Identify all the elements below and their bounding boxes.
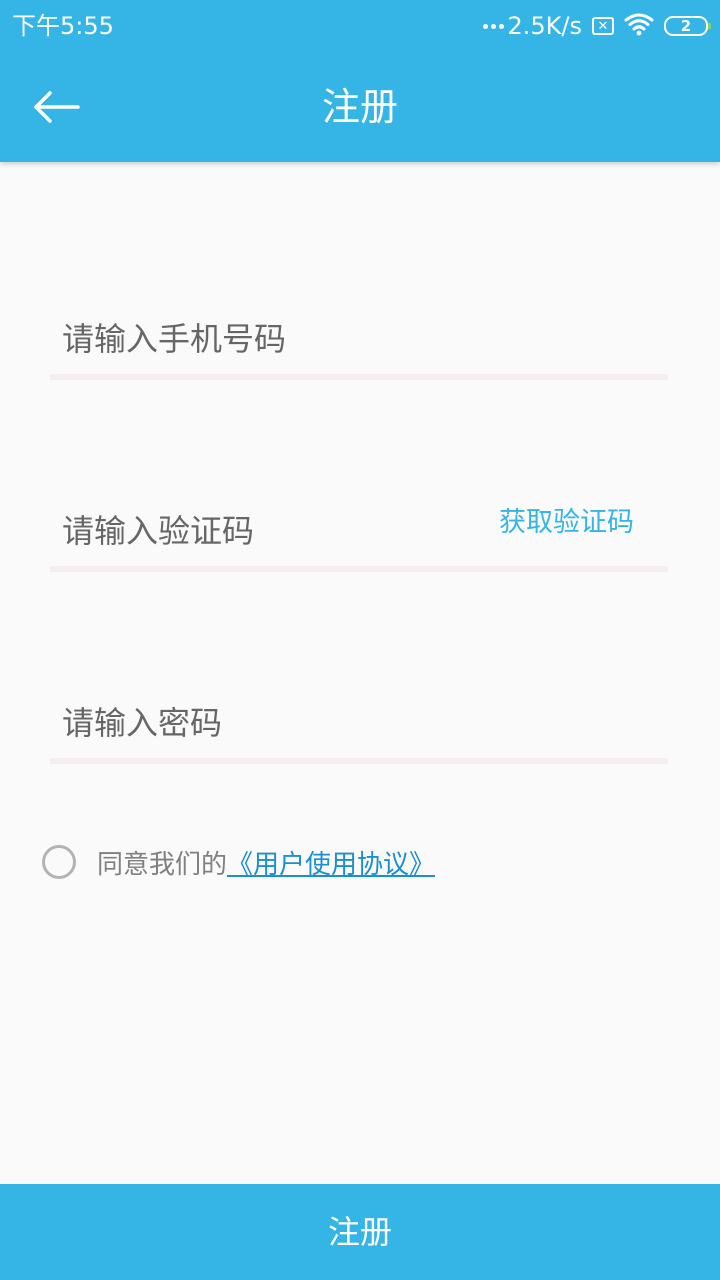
agree-radio[interactable] — [42, 845, 76, 879]
phone-input[interactable] — [50, 302, 514, 376]
sim-x-icon: ✕ — [592, 17, 614, 35]
verification-code-input[interactable] — [50, 494, 514, 568]
password-field — [50, 686, 668, 766]
battery-icon: 2 — [664, 16, 711, 36]
phone-field — [50, 302, 668, 382]
agreement-prefix: 同意我们的 — [97, 849, 228, 880]
status-time: 下午5:55 — [12, 12, 114, 40]
agreement-row: 同意我们的 《用户使用协议》 — [42, 842, 435, 882]
toolbar: 注册 — [0, 52, 720, 162]
status-bar: 下午5:55 2.5K/s ✕ 2 — [0, 0, 720, 52]
app-header: 下午5:55 2.5K/s ✕ 2 注册 — [0, 0, 720, 162]
status-indicators: 2.5K/s ✕ 2 — [482, 10, 711, 42]
battery-level: 2 — [680, 17, 692, 35]
wifi-icon — [624, 12, 654, 40]
register-screen: 下午5:55 2.5K/s ✕ 2 注册 请输入手机号码 请输入验证码 获取验证… — [0, 0, 720, 1280]
phone-underline — [50, 374, 668, 380]
get-code-button[interactable]: 获取验证码 — [499, 498, 634, 548]
battery-tip — [708, 23, 711, 29]
arrow-left-icon — [34, 91, 80, 123]
password-input[interactable] — [50, 686, 514, 760]
page-title: 注册 — [321, 85, 398, 129]
code-underline — [50, 566, 668, 572]
password-underline — [50, 758, 668, 764]
register-button[interactable]: 注册 — [0, 1184, 720, 1280]
network-speed: 2.5K/s — [482, 10, 583, 42]
back-button[interactable] — [24, 80, 88, 134]
network-speed-text: 2.5K/s — [507, 12, 583, 40]
user-agreement-link[interactable]: 《用户使用协议》 — [227, 844, 435, 881]
more-dots-icon — [482, 23, 504, 29]
code-field: 获取验证码 — [50, 494, 668, 574]
